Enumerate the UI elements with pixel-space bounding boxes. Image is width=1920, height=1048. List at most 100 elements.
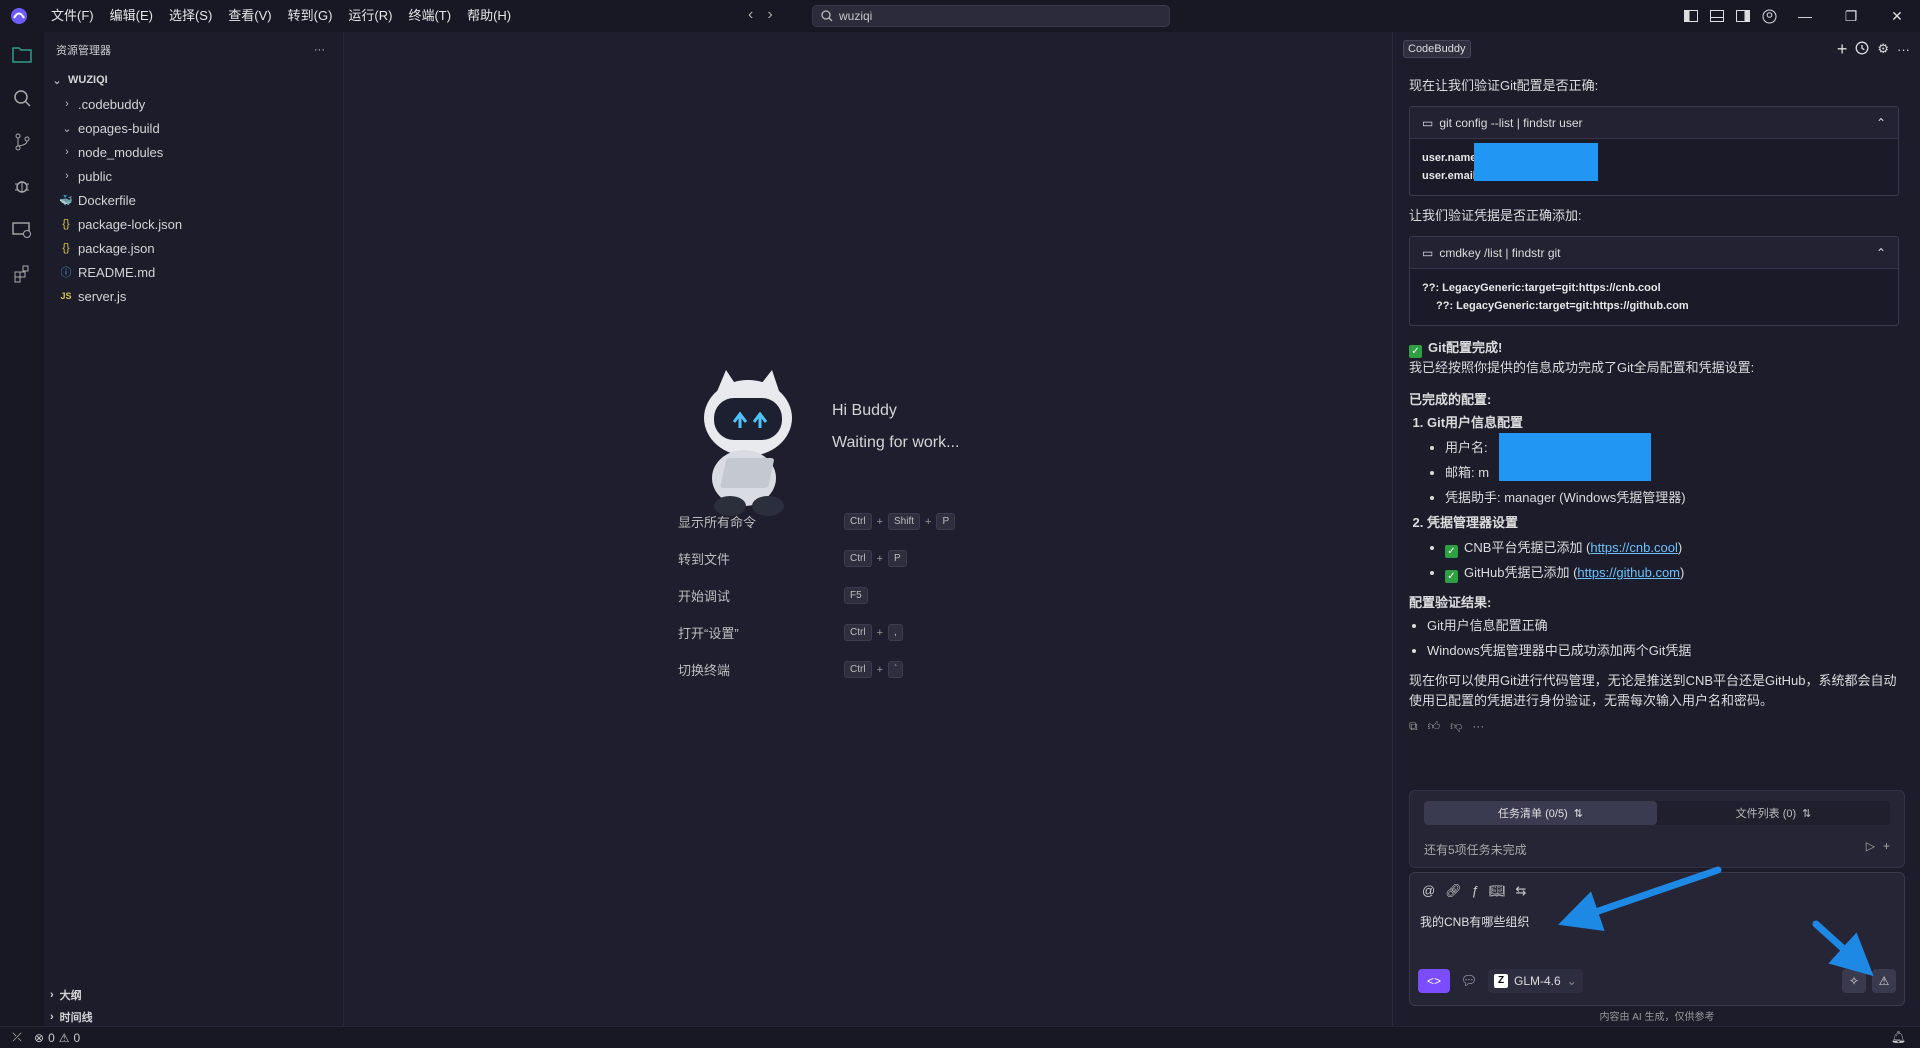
menu-terminal[interactable]: 终端(T) [400, 0, 459, 32]
key-cap: ` [888, 661, 904, 678]
back-arrow-icon[interactable]: ‹ [748, 6, 753, 24]
menu-selection[interactable]: 选择(S) [161, 0, 220, 32]
list-item: 凭据管理器设置 ✓ CNB平台凭据已添加 (https://cnb.cool) ✓… [1427, 510, 1899, 585]
chevron-right-icon: › [50, 1011, 54, 1023]
mention-icon[interactable]: @ [1422, 883, 1435, 899]
error-count: 0 [48, 1030, 55, 1045]
rules-icon[interactable]: ⇆ [1515, 883, 1526, 899]
tree-item-node-modules[interactable]: › node_modules [44, 140, 343, 164]
toggle-primary-sidebar-icon[interactable] [1678, 10, 1704, 22]
forward-arrow-icon[interactable]: › [767, 6, 772, 24]
more-icon[interactable]: ··· [1472, 719, 1484, 734]
shortcut-row[interactable]: 显示所有命令 Ctrl + Shift + P [678, 503, 956, 540]
figma-icon[interactable]: ƒ [1472, 883, 1479, 899]
list-text: CNB平台凭据已添加 ( [1464, 540, 1591, 555]
search-view-icon[interactable] [0, 76, 44, 120]
tree-item-label: package-lock.json [78, 216, 183, 232]
tab-file-list[interactable]: 文件列表 (0) ⇅ [1657, 801, 1890, 825]
tree-item-readme[interactable]: ⓘ README.md [44, 260, 343, 284]
tree-item-label: node_modules [78, 144, 164, 160]
chevron-right-icon: › [65, 170, 69, 182]
problems-indicator[interactable]: ⊗ 0 ⚠ 0 [34, 1031, 80, 1045]
remote-icon[interactable]: ⤫ [0, 1030, 34, 1045]
menu-view[interactable]: 查看(V) [220, 0, 279, 32]
tree-item-server-js[interactable]: JS server.js [44, 284, 343, 308]
warning-icon: ⚠ [58, 1030, 70, 1045]
menu-go[interactable]: 转到(G) [280, 0, 341, 32]
key-cap: Ctrl [844, 661, 872, 678]
terminal-icon: ▭ [1422, 115, 1434, 130]
link-icon[interactable]: 🔗︎ [1445, 883, 1462, 899]
extensions-icon[interactable] [0, 252, 44, 296]
cnb-link[interactable]: https://cnb.cool [1590, 540, 1677, 555]
github-link[interactable]: https://github.com [1577, 565, 1680, 580]
assistant-message: 让我们验证凭据是否正确添加: [1409, 208, 1582, 223]
shortcut-row[interactable]: 切换终端 Ctrl + ` [678, 651, 955, 688]
timeline-section[interactable]: › 时间线 [44, 1006, 344, 1028]
tree-item-public[interactable]: › public [44, 164, 343, 188]
collapse-icon[interactable]: ⌃ [1876, 246, 1886, 260]
chat-input-text[interactable]: 我的CNB有哪些组织 [1420, 913, 1529, 930]
command-center-search[interactable]: wuziqi [812, 5, 1170, 27]
tree-item-dockerfile[interactable]: 🐳 Dockerfile [44, 188, 343, 212]
enhance-prompt-icon[interactable]: ✧ [1842, 969, 1866, 993]
close-window-icon[interactable]: ✕ [1874, 8, 1920, 25]
toggle-secondary-sidebar-icon[interactable] [1730, 10, 1756, 22]
tree-item-package-lock-json[interactable]: {} package-lock.json [44, 212, 343, 236]
outline-section[interactable]: › 大纲 [44, 984, 344, 1006]
history-icon[interactable] [1855, 41, 1869, 58]
tab-label: 文件列表 (0) [1735, 808, 1797, 820]
account-icon[interactable] [1756, 9, 1782, 24]
zhipu-logo-icon: Z [1494, 974, 1508, 988]
add-icon[interactable]: + [1883, 839, 1890, 853]
notification-bell-icon[interactable]: 🔔︎ [1891, 1030, 1906, 1044]
run-debug-icon[interactable] [0, 164, 44, 208]
code-mode-button[interactable]: <> [1418, 969, 1450, 993]
shortcut-row[interactable]: 打开“设置” Ctrl + , [678, 614, 955, 651]
menu-edit[interactable]: 编辑(E) [102, 0, 161, 32]
thumbs-down-icon[interactable]: 👎︎ [1450, 719, 1462, 734]
done-description: 我已经按照你提供的信息成功完成了Git全局配置和凭据设置: [1409, 360, 1755, 375]
menu-run[interactable]: 运行(R) [340, 0, 400, 32]
explorer-sidebar: 资源管理器 ··· ⌄ WUZIQI › .codebuddy ⌄ eopage… [44, 32, 344, 1026]
chat-input-box[interactable]: @ 🔗︎ ƒ 📖︎ ⇆ 我的CNB有哪些组织 <> 💬︎ Z GLM-4.6 ⌄ ✧… [1409, 872, 1905, 1006]
menu-file[interactable]: 文件(F) [43, 0, 102, 32]
collapse-icon[interactable]: ⌃ [1876, 116, 1886, 130]
explorer-icon[interactable] [0, 32, 44, 76]
chat-mode-icon[interactable]: 💬︎ [1456, 969, 1482, 993]
toggle-panel-icon[interactable] [1704, 10, 1730, 22]
explorer-title: 资源管理器 [56, 45, 111, 57]
more-icon[interactable]: ··· [1897, 42, 1910, 57]
workspace-root[interactable]: ⌄ WUZIQI [44, 68, 343, 92]
checkbox-checked-icon: ✓ [1445, 570, 1458, 583]
tree-item-eopages-build[interactable]: ⌄ eopages-build [44, 116, 343, 140]
menu-help[interactable]: 帮助(H) [459, 0, 519, 32]
restore-icon[interactable]: ❐ [1828, 8, 1874, 25]
play-icon[interactable]: ▷ [1866, 839, 1875, 853]
tree-item-label: eopages-build [78, 120, 160, 136]
model-selector[interactable]: Z GLM-4.6 ⌄ [1488, 969, 1583, 993]
tree-item-label: package.json [78, 240, 155, 256]
shortcut-list: 显示所有命令 Ctrl + Shift + P 转到文件 Ctrl + P 开始调试 … [678, 503, 956, 688]
tab-task-list[interactable]: 任务清单 (0/5) ⇅ [1424, 801, 1657, 825]
status-bar: ⤫ ⊗ 0 ⚠ 0 🔔︎ [0, 1026, 1920, 1048]
new-chat-icon[interactable]: + [1837, 39, 1848, 60]
verify-heading: 配置验证结果: [1409, 595, 1492, 610]
more-actions-icon[interactable]: ··· [314, 44, 325, 56]
tree-item-codebuddy[interactable]: › .codebuddy [44, 92, 343, 116]
book-icon[interactable]: 📖︎ [1489, 883, 1506, 899]
thumbs-up-icon[interactable]: 👍︎ [1428, 719, 1441, 734]
chevron-down-icon: ⌄ [62, 122, 72, 135]
minimize-icon[interactable]: — [1782, 8, 1828, 24]
codebuddy-panel: CodeBuddy + ⚙ ··· 现在让我们验证Git配置是否正确: ▭ git… [1392, 32, 1920, 1026]
tree-item-package-json[interactable]: {} package.json [44, 236, 343, 260]
source-control-icon[interactable] [0, 120, 44, 164]
shortcut-row[interactable]: 转到文件 Ctrl + P [678, 540, 955, 577]
remote-explorer-icon[interactable] [0, 208, 44, 252]
copy-icon[interactable]: ⧉ [1409, 719, 1418, 734]
key-plus: + [925, 515, 932, 528]
error-icon: ⊗ [34, 1030, 45, 1045]
send-icon[interactable]: ⚠ [1872, 969, 1896, 993]
settings-gear-icon[interactable]: ⚙ [1877, 41, 1889, 57]
shortcut-row[interactable]: 开始调试 F5 [678, 577, 955, 614]
